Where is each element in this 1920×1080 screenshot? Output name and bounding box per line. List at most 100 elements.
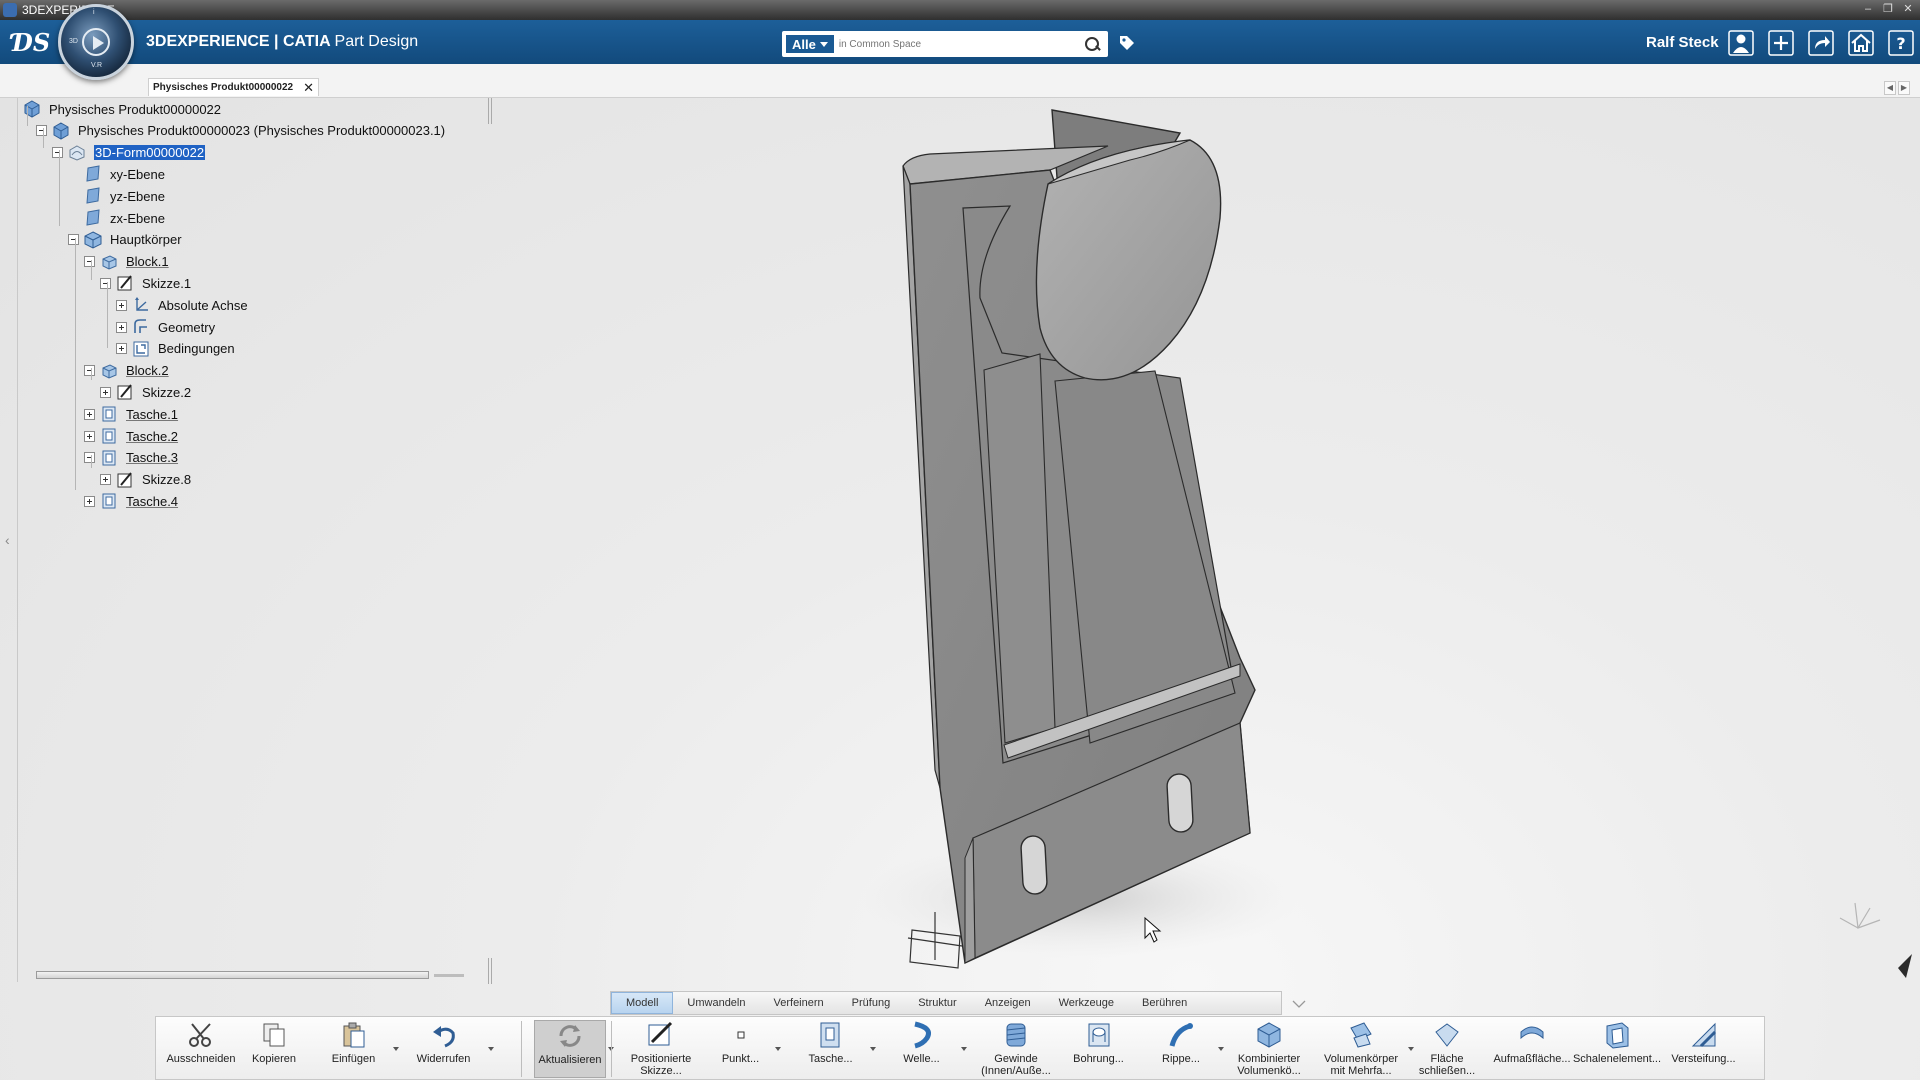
pocket-icon bbox=[100, 405, 118, 423]
tree-horizontal-scrollbar[interactable] bbox=[36, 970, 466, 980]
collapse-icon[interactable] bbox=[84, 365, 95, 377]
tree-node[interactable]: Tasche.2 bbox=[84, 425, 178, 447]
tree-node[interactable]: Absolute Achse bbox=[116, 294, 248, 316]
copy-button[interactable]: Kopieren bbox=[244, 1020, 304, 1078]
tree-node[interactable]: Skizze.8 bbox=[100, 469, 191, 491]
tree-resize-handle[interactable] bbox=[488, 98, 492, 124]
dropdown-arrow-icon[interactable] bbox=[870, 1047, 876, 1051]
tree-node[interactable]: Hauptkörper bbox=[68, 229, 182, 251]
search-scope-dropdown[interactable]: Alle bbox=[785, 34, 835, 54]
close-surface-button[interactable]: Fläche schließen... bbox=[1411, 1020, 1483, 1078]
tree-node[interactable]: 3D-Form00000022 bbox=[52, 142, 206, 164]
expand-icon[interactable] bbox=[100, 474, 111, 486]
tree-node[interactable]: xy-Ebene bbox=[84, 163, 165, 185]
stiffener-button[interactable]: Versteifung... bbox=[1661, 1020, 1746, 1078]
search-input[interactable] bbox=[838, 34, 1082, 54]
tab-scroll-left-button[interactable]: ◀ bbox=[1884, 81, 1896, 95]
tab-scroll-right-button[interactable]: ▶ bbox=[1898, 81, 1910, 95]
tree-node[interactable]: Block.2 bbox=[84, 360, 169, 382]
tab-modell[interactable]: Modell bbox=[611, 992, 674, 1014]
tree-resize-handle-bottom[interactable] bbox=[488, 958, 492, 984]
tree-node[interactable]: Geometry bbox=[116, 316, 215, 338]
tree-node[interactable]: yz-Ebene bbox=[84, 185, 165, 207]
left-panel-collapse[interactable]: ‹ bbox=[0, 98, 18, 982]
tree-node-label: Block.2 bbox=[126, 363, 169, 379]
expand-icon[interactable] bbox=[84, 430, 95, 442]
play-icon[interactable] bbox=[82, 28, 110, 56]
point-button[interactable]: Punkt... bbox=[708, 1020, 773, 1078]
tab-umwandeln[interactable]: Umwandeln bbox=[673, 992, 759, 1014]
more-tabs-chevron-icon[interactable] bbox=[1290, 994, 1308, 1012]
minimize-button[interactable]: – bbox=[1860, 2, 1876, 16]
dropdown-arrow-icon[interactable] bbox=[393, 1047, 399, 1051]
tag-icon[interactable] bbox=[1118, 34, 1136, 52]
shaft-button[interactable]: Welle... bbox=[884, 1020, 959, 1078]
combined-solid-button[interactable]: Kombinierter Volumenkö... bbox=[1228, 1020, 1310, 1078]
positioned-sketch-button[interactable]: Positionierte Skizze... bbox=[621, 1020, 701, 1078]
help-icon[interactable]: ? bbox=[1888, 30, 1914, 56]
tab-anzeigen[interactable]: Anzeigen bbox=[971, 992, 1045, 1014]
user-profile-icon[interactable] bbox=[1728, 30, 1754, 56]
collapse-icon[interactable] bbox=[52, 147, 63, 159]
tree-node[interactable]: Tasche.1 bbox=[84, 403, 178, 425]
tree-node[interactable]: Bedingungen bbox=[116, 338, 235, 360]
search-icon[interactable] bbox=[1082, 34, 1102, 54]
hole-button[interactable]: Bohrung... bbox=[1061, 1020, 1136, 1078]
scissors-button[interactable]: Ausschneiden bbox=[166, 1020, 236, 1078]
dropdown-arrow-icon[interactable] bbox=[961, 1047, 967, 1051]
expand-icon[interactable] bbox=[84, 408, 95, 420]
tab-verfeinern[interactable]: Verfeinern bbox=[760, 992, 838, 1014]
close-window-button[interactable]: ✕ bbox=[1900, 2, 1916, 16]
tab-werkzeuge[interactable]: Werkzeuge bbox=[1045, 992, 1128, 1014]
undo-button[interactable]: Widerrufen bbox=[401, 1020, 486, 1078]
expand-icon[interactable] bbox=[116, 321, 127, 333]
3d-viewport[interactable]: ‹ Physisches Produkt00000022 Physisches P… bbox=[0, 98, 1920, 1080]
tree-node[interactable]: zx-Ebene bbox=[84, 207, 165, 229]
share-icon[interactable] bbox=[1808, 30, 1834, 56]
document-tab[interactable]: Physisches Produkt00000022 ✕ bbox=[148, 78, 319, 96]
ds-logo-icon[interactable]: ƊS bbox=[12, 28, 50, 57]
maximize-button[interactable]: ❐ bbox=[1880, 2, 1896, 16]
multi-section-solid-button[interactable]: Volumenkörper mit Mehrfa... bbox=[1316, 1020, 1406, 1078]
tree-node[interactable]: Physisches Produkt00000022 bbox=[23, 98, 221, 120]
thick-surface-button[interactable]: Aufmaßfläche... bbox=[1491, 1020, 1573, 1078]
dropdown-arrow-icon[interactable] bbox=[1218, 1047, 1224, 1051]
paste-button[interactable]: Einfügen bbox=[316, 1020, 391, 1078]
update-button[interactable]: Aktualisieren bbox=[534, 1020, 606, 1078]
collapse-icon[interactable] bbox=[84, 452, 95, 464]
expand-icon[interactable] bbox=[116, 299, 127, 311]
home-icon[interactable] bbox=[1848, 30, 1874, 56]
thread-button[interactable]: Gewinde (Innen/Auße... bbox=[976, 1020, 1056, 1078]
tree-node[interactable]: Skizze.1 bbox=[100, 272, 191, 294]
close-tab-icon[interactable]: ✕ bbox=[303, 80, 314, 96]
collapse-icon[interactable] bbox=[36, 125, 47, 137]
tree-node[interactable]: Skizze.2 bbox=[100, 381, 191, 403]
chevron-left-icon[interactable]: ‹ bbox=[5, 532, 10, 548]
tree-node[interactable]: Physisches Produkt00000023 (Physisches P… bbox=[36, 120, 445, 142]
rib-button[interactable]: Rippe... bbox=[1146, 1020, 1216, 1078]
tree-node[interactable]: Block.1 bbox=[84, 251, 169, 273]
expand-icon[interactable] bbox=[100, 386, 111, 398]
dropdown-arrow-icon[interactable] bbox=[488, 1047, 494, 1051]
shell-button[interactable]: Schalenelement... bbox=[1573, 1020, 1661, 1078]
collapse-icon[interactable] bbox=[68, 234, 79, 246]
add-icon[interactable] bbox=[1768, 30, 1794, 56]
pocket-tool-button[interactable]: Tasche... bbox=[793, 1020, 868, 1078]
user-name[interactable]: Ralf Steck bbox=[1646, 34, 1719, 51]
expand-icon[interactable] bbox=[84, 495, 95, 507]
tab-berühren[interactable]: Berühren bbox=[1128, 992, 1201, 1014]
scrollbar-thumb[interactable] bbox=[36, 971, 429, 979]
orientation-triad-icon[interactable] bbox=[1839, 902, 1881, 929]
tree-node[interactable]: Tasche.4 bbox=[84, 490, 178, 512]
expand-icon[interactable] bbox=[116, 343, 127, 355]
collapse-icon[interactable] bbox=[84, 256, 95, 268]
tab-struktur[interactable]: Struktur bbox=[904, 992, 971, 1014]
compass-widget[interactable]: i 3D V.R bbox=[58, 4, 134, 80]
tree-node-label: Physisches Produkt00000023 (Physisches P… bbox=[78, 123, 446, 139]
tree-node[interactable]: Tasche.3 bbox=[84, 447, 178, 469]
collapse-icon[interactable] bbox=[100, 277, 111, 289]
robot-icon[interactable] bbox=[1898, 954, 1912, 978]
dropdown-arrow-icon[interactable] bbox=[775, 1047, 781, 1051]
plane-icon bbox=[84, 165, 102, 183]
tab-prüfung[interactable]: Prüfung bbox=[838, 992, 905, 1014]
